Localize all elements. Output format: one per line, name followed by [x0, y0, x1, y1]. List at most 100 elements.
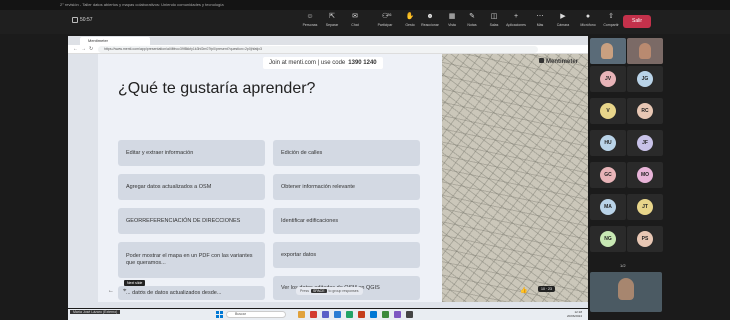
toolbar-label: Vista	[448, 23, 456, 27]
toolbar-label: Compartir	[603, 23, 619, 27]
word-icon[interactable]	[334, 311, 341, 318]
back-icon[interactable]: ←	[73, 47, 78, 52]
response-card: GEORREFERENCIACIÓN DE DIRECCIONES	[118, 208, 265, 234]
toolbar-label: Cámara	[556, 23, 570, 27]
shared-screen: Mentimeter ← → ↻ https://www.menti.com/a…	[68, 36, 588, 308]
app-icon[interactable]	[394, 311, 401, 318]
more-button[interactable]: ⋯ Más	[530, 12, 550, 32]
qgis-icon[interactable]	[382, 311, 389, 318]
hint-post: to group responses	[328, 289, 359, 293]
location-icon[interactable]: ⌖	[123, 288, 126, 295]
join-banner: Join at menti.com | use code 1390 1240	[263, 57, 383, 69]
outlook-icon[interactable]	[370, 311, 377, 318]
response-card: exportar datos	[273, 242, 420, 268]
toolbar-label: Chat	[351, 23, 359, 27]
teams-icon[interactable]	[322, 311, 329, 318]
previous-slide-icon[interactable]: ←	[108, 288, 114, 294]
teams-window: 2° revisión - Taller datos abiertos y ma…	[0, 0, 730, 320]
person-silhouette	[601, 43, 613, 59]
browser-tab[interactable]: Mentimeter	[80, 37, 150, 45]
apps-button[interactable]: + Aplicaciones	[506, 12, 526, 32]
notes-icon: ✎	[469, 13, 475, 20]
powerpoint-icon[interactable]	[358, 311, 365, 318]
rooms-icon: ◫	[490, 13, 498, 20]
view-button[interactable]: ▦ Vista	[442, 12, 462, 32]
participant-tile[interactable]: JF	[627, 130, 663, 156]
toolbar-label: Gesto	[405, 23, 415, 27]
mic-button[interactable]: ● Micrófono	[578, 12, 598, 32]
participants-button[interactable]: ⚇ Participar 26	[375, 12, 395, 32]
participant-video[interactable]	[627, 38, 663, 64]
participant-video[interactable]	[590, 38, 626, 64]
slide-question: ¿Qué te gustaría aprender?	[118, 80, 316, 97]
hint-pre: Press	[300, 289, 309, 293]
apps-icon: +	[513, 13, 519, 20]
thumbs-icon[interactable]: 👍	[520, 287, 527, 294]
response-card: Editar y extraer información	[118, 140, 265, 166]
camera-button[interactable]: ▶ Cámara	[553, 12, 573, 32]
participant-count: 26	[387, 12, 392, 17]
address-bar[interactable]: https://www.menti.com/app/presentation/a…	[98, 46, 538, 53]
app-icon[interactable]	[406, 311, 413, 318]
share-screen-icon: ⇧	[608, 13, 614, 20]
map-background: Mentimeter	[442, 54, 588, 302]
participant-tile[interactable]: JT	[627, 194, 663, 220]
notes-button[interactable]: ✎ Notas	[462, 12, 482, 32]
participant-pager[interactable]: 1/2	[620, 263, 626, 268]
share-button[interactable]: ⇱ Separar	[322, 12, 342, 32]
hand-button[interactable]: ✋ Gesto	[400, 12, 420, 32]
taskbar-search[interactable]: Buscar	[226, 311, 286, 318]
avatar: HU	[600, 135, 616, 151]
windows-start-icon[interactable]	[216, 311, 223, 318]
next-slide-icon[interactable]: →	[138, 288, 144, 294]
forward-icon[interactable]: →	[81, 47, 86, 52]
chrome-icon[interactable]	[310, 311, 317, 318]
rooms-button[interactable]: ◫ Salas	[484, 12, 504, 32]
leave-button[interactable]: Salir	[623, 15, 651, 28]
avatar: JT	[637, 199, 653, 215]
view-icon: ▦	[448, 13, 456, 20]
share-screen-button[interactable]: ⇧ Compartir	[601, 12, 621, 32]
share-icon: ⇱	[329, 13, 335, 20]
chat-button[interactable]: ✉ Chat	[345, 12, 365, 32]
brand-name: Mentimeter	[545, 59, 578, 65]
avatar: MO	[637, 167, 653, 183]
react-icon: ☻	[426, 13, 434, 20]
people-button[interactable]: ☺ Personas	[300, 12, 320, 32]
react-button[interactable]: ☻ Reaccionar	[420, 12, 440, 32]
group-hint: Press SPACE to group responses	[296, 287, 363, 295]
toolbar-label: Participar	[377, 23, 393, 27]
participants-icon: ⚇	[381, 13, 389, 20]
browser-tabs: Mentimeter	[68, 36, 588, 45]
shield-icon	[72, 17, 78, 23]
presenter-name: María José Lázaro (Externo)	[70, 310, 121, 314]
participant-tile[interactable]: NG	[590, 226, 626, 252]
response-count: 10 · 23	[538, 286, 555, 292]
system-clock[interactable]: 12:18 20/06/2024	[567, 310, 582, 318]
toolbar-label: Notas	[467, 23, 477, 27]
avatar: RC	[637, 103, 653, 119]
toolbar-label: Salas	[489, 23, 499, 27]
participant-tile[interactable]: V	[590, 98, 626, 124]
excel-icon[interactable]	[346, 311, 353, 318]
participant-tile[interactable]: GC	[590, 162, 626, 188]
participant-tile[interactable]: RC	[627, 98, 663, 124]
avatar: JF	[637, 135, 653, 151]
participant-tile[interactable]: JG	[627, 66, 663, 92]
hand-icon: ✋	[405, 13, 415, 20]
avatar: JG	[637, 71, 653, 87]
explorer-icon[interactable]	[298, 311, 305, 318]
reload-icon[interactable]: ↻	[89, 47, 93, 52]
response-card: Poder mostrar el mapa en un PDF con las …	[118, 242, 265, 278]
toolbar-label: Reaccionar	[421, 23, 439, 27]
participant-tile[interactable]: MA	[590, 194, 626, 220]
toolbar-label: Más	[536, 23, 544, 27]
join-text: Join at menti.com | use code	[269, 60, 346, 66]
participant-tile[interactable]: HU	[590, 130, 626, 156]
toolbar-label: Separar	[325, 23, 339, 27]
hint-key: SPACE	[310, 289, 327, 293]
participant-tile[interactable]: MO	[627, 162, 663, 188]
participant-tile[interactable]: JV	[590, 66, 626, 92]
participant-tile[interactable]: PS	[627, 226, 663, 252]
avatar: MA	[600, 199, 616, 215]
